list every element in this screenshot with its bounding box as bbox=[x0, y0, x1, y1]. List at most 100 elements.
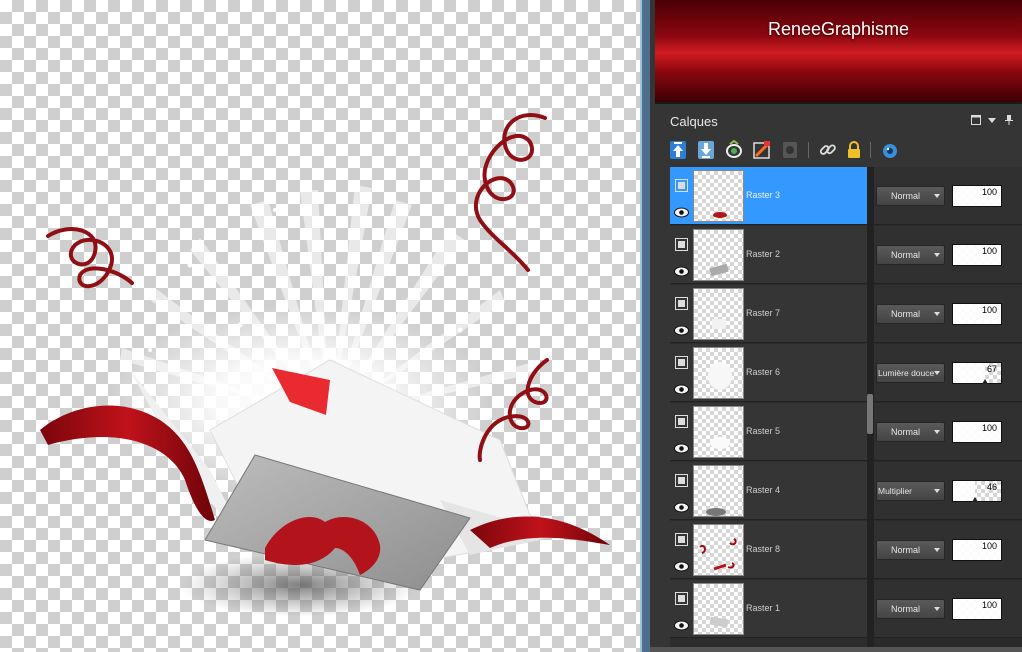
layer-thumbnail[interactable] bbox=[693, 465, 744, 517]
eye-icon[interactable] bbox=[674, 498, 689, 513]
layer-name: Raster 7 bbox=[746, 308, 781, 318]
lock-icon[interactable] bbox=[844, 140, 864, 160]
opacity-value: 100 bbox=[981, 187, 997, 197]
layer-list: Raster 3 Raster 2 Raster 7 Raster 6 Raster 5… bbox=[670, 167, 867, 647]
blend-mode-dropdown[interactable]: Normal bbox=[876, 304, 945, 324]
eye-icon[interactable] bbox=[674, 616, 689, 631]
image-canvas[interactable] bbox=[0, 0, 640, 652]
layer-group-icon[interactable] bbox=[675, 295, 688, 310]
opacity-value: 100 bbox=[981, 541, 997, 551]
chevron-down-icon bbox=[934, 548, 940, 552]
layer-style-icon[interactable] bbox=[752, 140, 772, 160]
layer-properties: Normal 100 Normal 100 Normal 100 Lumière douce… bbox=[874, 167, 1022, 647]
layer-group-icon[interactable] bbox=[675, 531, 688, 546]
brand-banner: ReneeGraphisme bbox=[655, 0, 1022, 104]
new-layer-below-icon[interactable] bbox=[696, 140, 716, 160]
opacity-slider[interactable]: 100 bbox=[952, 598, 1002, 620]
eye-icon[interactable] bbox=[674, 203, 689, 218]
layer-row[interactable]: Raster 2 bbox=[670, 226, 867, 284]
layers-toolbar bbox=[668, 139, 1018, 162]
blend-mode-dropdown[interactable]: Lumière douce bbox=[876, 363, 945, 383]
layer-name: Raster 6 bbox=[746, 367, 781, 377]
layer-properties-row: Normal 100 bbox=[874, 580, 1022, 638]
layer-row[interactable]: Raster 3 bbox=[670, 167, 867, 225]
pin-icon[interactable] bbox=[1004, 115, 1014, 128]
layer-thumbnail[interactable] bbox=[693, 170, 744, 222]
restore-icon[interactable] bbox=[971, 115, 981, 128]
menu-arrow-icon[interactable] bbox=[988, 115, 996, 128]
layer-name: Raster 2 bbox=[746, 249, 781, 259]
mask-icon[interactable] bbox=[780, 140, 800, 160]
layer-group-icon[interactable] bbox=[675, 177, 688, 192]
layer-group-icon[interactable] bbox=[675, 590, 688, 605]
chevron-down-icon bbox=[934, 489, 940, 493]
chevron-down-icon bbox=[934, 430, 940, 434]
blend-mode-dropdown[interactable]: Normal bbox=[876, 422, 945, 442]
bottom-scrollbar[interactable] bbox=[650, 647, 1022, 652]
eye-icon[interactable] bbox=[674, 262, 689, 277]
layers-panel-dock: ReneeGraphisme Calques Raster 3 Raster 2… bbox=[650, 0, 1022, 652]
blend-mode-dropdown[interactable]: Normal bbox=[876, 540, 945, 560]
blend-mode-dropdown[interactable]: Normal bbox=[876, 186, 945, 206]
splitter-handle[interactable] bbox=[867, 394, 873, 434]
opacity-slider[interactable]: 100 bbox=[952, 421, 1002, 443]
opacity-value: 100 bbox=[981, 600, 997, 610]
opacity-slider[interactable]: 100 bbox=[952, 185, 1002, 207]
blend-mode-dropdown[interactable]: Normal bbox=[876, 245, 945, 265]
layer-row[interactable]: Raster 8 bbox=[670, 521, 867, 579]
layers-panel-header: Calques bbox=[658, 111, 1022, 133]
canvas-border bbox=[640, 0, 650, 652]
layer-name: Raster 4 bbox=[746, 485, 781, 495]
opacity-value: 46 bbox=[986, 482, 997, 492]
chevron-down-icon bbox=[934, 371, 940, 375]
layer-properties-row: Normal 100 bbox=[874, 285, 1022, 343]
eye-icon[interactable] bbox=[674, 439, 689, 454]
opacity-value: 100 bbox=[981, 305, 997, 315]
eye-icon[interactable] bbox=[674, 557, 689, 572]
eye-icon[interactable] bbox=[674, 321, 689, 336]
visibility-icon[interactable] bbox=[880, 140, 900, 160]
link-icon[interactable] bbox=[818, 140, 838, 160]
layer-thumbnail[interactable] bbox=[693, 229, 744, 281]
chevron-down-icon bbox=[934, 607, 940, 611]
panel-splitter[interactable] bbox=[867, 167, 874, 647]
eye-icon[interactable] bbox=[674, 380, 689, 395]
layer-thumbnail[interactable] bbox=[693, 583, 744, 635]
layer-name: Raster 1 bbox=[746, 603, 781, 613]
layer-row[interactable]: Raster 7 bbox=[670, 285, 867, 343]
layer-row[interactable]: Raster 4 bbox=[670, 462, 867, 520]
opacity-value: 67 bbox=[986, 364, 997, 374]
layer-thumbnail[interactable] bbox=[693, 288, 744, 340]
opacity-slider[interactable]: 67 bbox=[952, 362, 1002, 384]
layer-properties-row: Normal 100 bbox=[874, 521, 1022, 579]
blend-mode-dropdown[interactable]: Normal bbox=[876, 599, 945, 619]
layers-panel-title: Calques bbox=[670, 114, 718, 129]
opacity-slider[interactable]: 46 bbox=[952, 480, 1002, 502]
layer-name: Raster 8 bbox=[746, 544, 781, 554]
layer-group-icon[interactable] bbox=[675, 472, 688, 487]
canvas-artwork bbox=[40, 113, 610, 617]
layer-effects-icon[interactable] bbox=[724, 139, 744, 160]
layer-properties-row: Normal 100 bbox=[874, 167, 1022, 225]
layer-properties-row: Normal 100 bbox=[874, 403, 1022, 461]
opacity-value: 100 bbox=[981, 423, 997, 433]
blend-mode-dropdown[interactable]: Multiplier bbox=[876, 481, 945, 501]
opacity-value: 100 bbox=[981, 246, 997, 256]
layer-thumbnail[interactable] bbox=[693, 406, 744, 458]
opacity-slider[interactable]: 100 bbox=[952, 303, 1002, 325]
chevron-down-icon bbox=[934, 312, 940, 316]
opacity-slider[interactable]: 100 bbox=[952, 244, 1002, 266]
layer-group-icon[interactable] bbox=[675, 236, 688, 251]
opacity-slider[interactable]: 100 bbox=[952, 539, 1002, 561]
layer-row[interactable]: Raster 5 bbox=[670, 403, 867, 461]
layer-group-icon[interactable] bbox=[675, 413, 688, 428]
layer-thumbnail[interactable] bbox=[693, 347, 744, 399]
layer-group-icon[interactable] bbox=[675, 354, 688, 369]
layer-row[interactable]: Raster 6 bbox=[670, 344, 867, 402]
chevron-down-icon bbox=[934, 253, 940, 257]
new-layer-above-icon[interactable] bbox=[668, 140, 688, 160]
chevron-down-icon bbox=[934, 194, 940, 198]
layer-thumbnail[interactable] bbox=[693, 524, 744, 576]
layer-row[interactable]: Raster 1 bbox=[670, 580, 867, 638]
layer-name: Raster 5 bbox=[746, 426, 781, 436]
